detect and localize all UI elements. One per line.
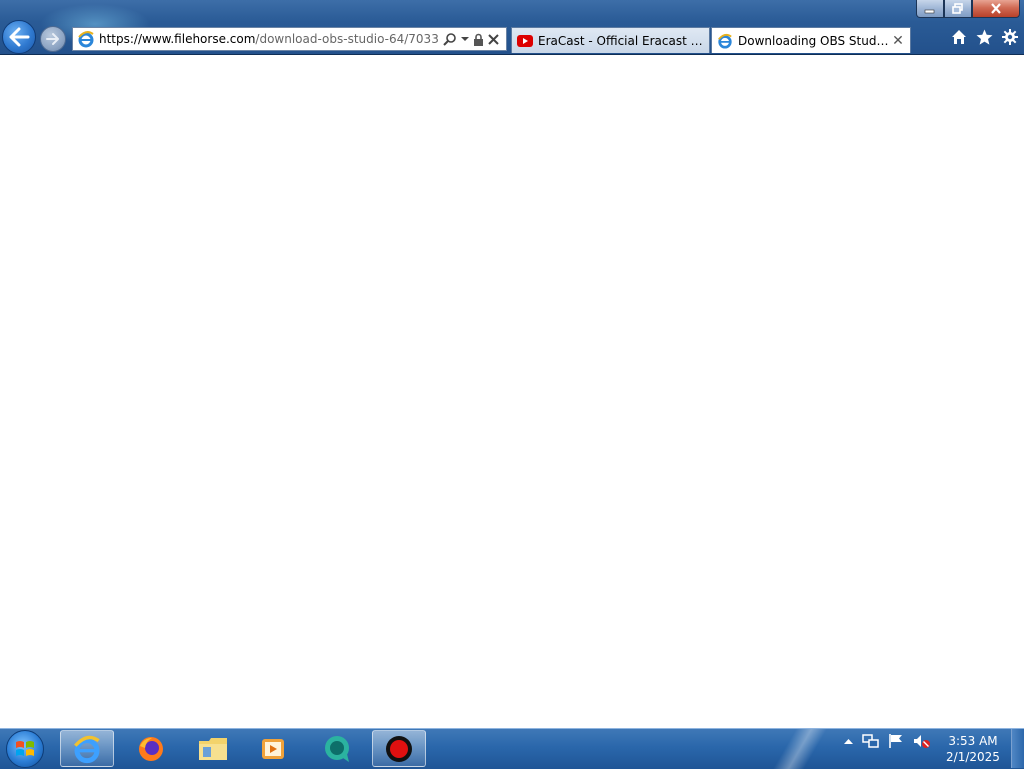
record-icon bbox=[386, 735, 412, 762]
address-bar[interactable]: https://www.filehorse.com/download-obs-s… bbox=[72, 27, 507, 51]
taskbar-screen-recorder[interactable] bbox=[372, 730, 426, 767]
clock-time: 3:53 AM bbox=[948, 734, 998, 748]
arrow-left-icon bbox=[9, 27, 30, 47]
action-center-flag-icon[interactable] bbox=[888, 733, 904, 749]
search-icon[interactable] bbox=[443, 32, 457, 46]
close-window-button[interactable] bbox=[972, 0, 1020, 18]
taskbar-internet-explorer[interactable] bbox=[60, 730, 114, 767]
taskbar-firefox[interactable] bbox=[124, 730, 178, 767]
gear-icon[interactable] bbox=[1002, 29, 1018, 45]
favorites-star-icon[interactable] bbox=[976, 29, 993, 45]
minimize-button[interactable] bbox=[916, 0, 944, 18]
close-icon bbox=[991, 3, 1001, 14]
ie-icon bbox=[74, 735, 100, 763]
chat-bubble-icon bbox=[325, 735, 349, 762]
close-tab-icon[interactable]: ✕ bbox=[890, 33, 906, 49]
show-hidden-icons-arrow-icon[interactable] bbox=[844, 738, 853, 745]
chevron-down-icon[interactable] bbox=[461, 36, 469, 42]
browser-tools bbox=[951, 29, 1018, 45]
start-button[interactable] bbox=[6, 730, 44, 768]
minimize-icon bbox=[924, 9, 935, 13]
window-controls bbox=[916, 0, 1020, 18]
system-tray bbox=[844, 733, 931, 749]
tab-title: Downloading OBS Studio 2... bbox=[738, 33, 890, 48]
ie-icon bbox=[718, 33, 732, 49]
browser-chrome: https://www.filehorse.com/download-obs-s… bbox=[0, 0, 1024, 55]
ie-icon bbox=[78, 31, 94, 48]
volume-muted-icon[interactable] bbox=[913, 733, 931, 749]
media-player-icon bbox=[262, 738, 284, 759]
address-url[interactable]: https://www.filehorse.com/download-obs-s… bbox=[99, 32, 439, 46]
restore-icon bbox=[952, 3, 963, 14]
restore-button[interactable] bbox=[944, 0, 972, 18]
arrow-right-icon bbox=[46, 33, 59, 45]
tab-title: EraCast - Official Eracast 2016 t... bbox=[538, 33, 709, 48]
taskbar-clock[interactable]: 3:53 AM 2/1/2025 bbox=[942, 733, 1004, 765]
stop-icon[interactable] bbox=[488, 33, 499, 45]
tab-eracast[interactable]: EraCast - Official Eracast 2016 t... bbox=[511, 27, 710, 53]
taskbar-file-explorer[interactable] bbox=[186, 730, 240, 767]
taskbar-glass-streak bbox=[760, 729, 840, 769]
youtube-icon bbox=[517, 34, 533, 47]
forward-button[interactable] bbox=[40, 26, 66, 52]
tab-downloading-obs[interactable]: Downloading OBS Studio 2... ✕ bbox=[711, 27, 911, 53]
taskbar-media-player[interactable] bbox=[246, 730, 300, 767]
taskbar-chat-app[interactable] bbox=[310, 730, 364, 767]
lock-icon[interactable] bbox=[473, 33, 484, 46]
clock-date: 2/1/2025 bbox=[946, 750, 1000, 764]
page-content[interactable] bbox=[0, 55, 1024, 728]
folder-icon bbox=[199, 737, 227, 760]
firefox-icon bbox=[139, 736, 163, 761]
windows-logo-icon bbox=[16, 741, 34, 756]
network-icon[interactable] bbox=[862, 733, 879, 749]
back-button[interactable] bbox=[2, 20, 36, 54]
home-icon[interactable] bbox=[951, 29, 967, 45]
show-desktop-button[interactable] bbox=[1011, 729, 1024, 768]
